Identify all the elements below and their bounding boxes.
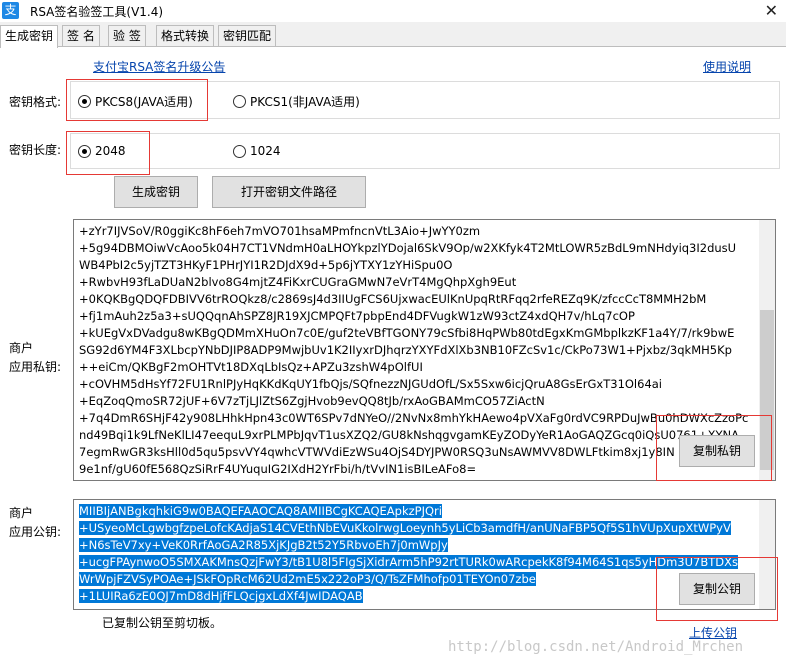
radio-unselected-icon [233,95,246,108]
radio-2048[interactable]: 2048 [78,144,126,158]
alipay-app-icon: 支 [2,2,19,19]
radio-1024-label: 1024 [250,144,281,158]
help-link[interactable]: 使用说明 [703,58,751,75]
public-key-line-text: +ucgFPAynwoO5SMXAKMnsQzjFwY3/tB1U8l5FIgS… [79,555,738,569]
public-key-line: +USyeoMcLgwbgfzpeLofcKAdjaS14CVEthNbEVuK… [79,520,755,537]
tab-key-match[interactable]: 密钥匹配 [218,25,277,46]
private-key-line: +zYr7IJVSoV/R0ggiKc8hF6eh7mVO701hsaMPmfn… [79,224,481,238]
radio-pkcs8-label: PKCS8(JAVA适用) [95,95,193,109]
private-key-line: +EqZoqQmoSR72jUF+6V7zTjLJlZtS6ZgjHvob9ev… [79,394,545,408]
tab-verify[interactable]: 验 签 [108,25,146,46]
private-key-line: ++eiCm/QKBgF2mOHTVt18DXqLbIsQz+APZu3zshW… [79,360,423,374]
public-key-line-text: +USyeoMcLgwbgfzpeLofcKAdjaS14CVEthNbEVuK… [79,521,731,535]
radio-pkcs1-label: PKCS1(非JAVA适用) [250,95,360,109]
title-bar: 支 RSA签名验签工具(V1.4) ✕ [0,0,786,22]
public-key-line-text: +1LUIRa6zE0QJ7mD8dHjfFLQcjgxLdXf4JwIDAQA… [79,589,363,603]
radio-2048-label: 2048 [95,144,126,158]
private-key-line: SG92d6YM4F3XLbcpYNbDJIP8ADP9MwjbUv1K2IIy… [79,343,732,357]
public-key-line: +1LUIRa6zE0QJ7mD8dHjfFLQcjgxLdXf4JwIDAQA… [79,588,755,605]
radio-pkcs1[interactable]: PKCS1(非JAVA适用) [233,93,360,110]
key-format-label: 密钥格式: [9,95,62,109]
public-key-line: +ucgFPAynwoO5SMXAKMnsQzjFwY3/tB1U8l5FIgS… [79,554,755,571]
key-length-label: 密钥长度: [9,143,62,157]
private-key-line: +0KQKBgQDQFDBIVV6trROQkz8/c2869sJ4d3IIUg… [79,292,707,306]
public-key-line: MIIBIjANBgkqhkiG9w0BAQEFAAOCAQ8AMIIBCgKC… [79,503,755,520]
public-key-line-text: MIIBIjANBgkqhkiG9w0BAQEFAAOCAQ8AMIIBCgKC… [79,504,442,518]
private-key-label-line2: 应用私钥: [9,360,62,374]
radio-unselected-icon [233,144,246,158]
radio-pkcs8[interactable]: PKCS8(JAVA适用) [78,93,193,110]
generate-key-panel: 支付宝RSA签名升级公告 使用说明 密钥格式: PKCS8(JAVA适用) PK… [0,46,786,669]
open-key-path-button[interactable]: 打开密钥文件路径 [212,176,366,208]
private-key-line: 9e1nf/gU60fE568QzSiRrF4UYuquIG2IXdH2YrFb… [79,462,477,476]
private-key-line: +cOVHM5dHsYf72FU1RnlPJyHqKKdKqUY1fbQjs/S… [79,377,663,391]
public-key-line-text: WrWpjFZVSyPOAe+JSkFOpRcM62Ud2mE5x222oP3/… [79,572,536,586]
public-key-label-line1: 商户 [9,506,34,520]
radio-selected-icon [78,95,91,108]
key-length-group [70,133,780,169]
private-key-line: WB4PbI2c5yjTZT3HKyF1PHrJYI1R2DJdX9d+5p6j… [79,258,453,272]
copy-public-key-button[interactable]: 复制公钥 [679,573,755,605]
public-key-line: +N6sTeV7xy+VeK0RrfAoGA2R85XjKJgB2t52Y5Rb… [79,537,755,554]
radio-selected-icon [78,144,91,158]
private-key-line: +kUEgVxDVadgu8wKBgQDMmXHuOn7c0E/guf2teVB… [79,326,735,340]
tab-format-convert[interactable]: 格式转换 [156,25,215,46]
tab-generate-key[interactable]: 生成密钥 [0,25,59,48]
private-key-line: +5g94DBMOiwVcAoo5k04H7CT1VNdmH0aLHOYkpzl… [79,241,737,255]
private-key-line: +7q4DmR6SHjF42y908LHhkHpn43c0WT6SPv7dNYe… [79,411,749,425]
upgrade-notice-link[interactable]: 支付宝RSA签名升级公告 [93,58,225,75]
radio-1024[interactable]: 1024 [233,144,281,158]
window-title: RSA签名验签工具(V1.4) [30,5,164,19]
public-key-line: WrWpjFZVSyPOAe+JSkFOpRcM62Ud2mE5x222oP3/… [79,571,755,588]
private-key-line: nd49Bqi1k9LfNeKlLI47eequL9xrPLMPbJqvT1us… [79,428,740,442]
generate-key-button[interactable]: 生成密钥 [114,176,198,208]
tab-sign[interactable]: 签 名 [62,25,100,46]
copy-private-key-button[interactable]: 复制私钥 [679,435,755,467]
close-icon[interactable]: ✕ [765,0,778,22]
private-key-line: +RwbvH93fLaDUaN2blvo8G4mjtZ4FiKxrCUGraGM… [79,275,517,289]
private-key-line: +fj1mAuh2z5a3+sUQQqnAhSPZ8JR19XJCMPQFt7p… [79,309,635,323]
watermark: http://blog.csdn.net/Android_Mrchen [448,639,744,655]
private-key-label-line1: 商户 [9,341,34,355]
private-key-line: 7egmRwGR3ksHll0d5qu5psvVY4qwhcVTWVdiEzWS… [79,445,675,459]
status-message: 已复制公钥至剪切板。 [102,616,223,630]
public-key-line-text: +N6sTeV7xy+VeK0RrfAoGA2R85XjKJgB2t52Y5Rb… [79,538,448,552]
public-key-label-line2: 应用公钥: [9,525,62,539]
tab-bar: 生成密钥 签 名 验 签 格式转换 密钥匹配 [0,25,786,48]
